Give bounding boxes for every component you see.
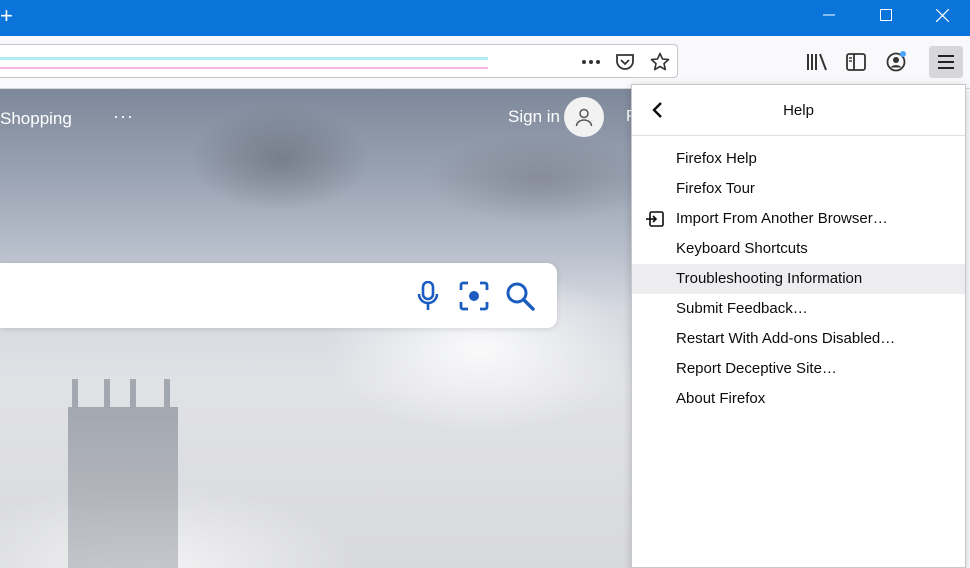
- web-page-content: Shopping ··· Sign in R: [0, 89, 632, 568]
- menu-item-firefox-tour[interactable]: Firefox Tour: [632, 174, 965, 204]
- menu-item-troubleshooting[interactable]: Troubleshooting Information: [632, 264, 965, 294]
- menu-item-restart-addons-disabled[interactable]: Restart With Add-ons Disabled…: [632, 324, 965, 354]
- account-button[interactable]: [881, 48, 911, 76]
- search-icon: [506, 282, 535, 311]
- url-bar[interactable]: [0, 44, 678, 78]
- navigation-toolbar: [0, 36, 970, 89]
- sign-in-link[interactable]: Sign in: [508, 107, 560, 127]
- microphone-icon: [417, 281, 439, 310]
- nav-link-shopping[interactable]: Shopping: [0, 109, 72, 129]
- maximize-icon: [880, 9, 892, 21]
- menu-item-label: Keyboard Shortcuts: [676, 240, 808, 257]
- title-bar: +: [0, 0, 970, 36]
- page-actions-button[interactable]: [579, 51, 603, 73]
- menu-item-label: Submit Feedback…: [676, 300, 808, 317]
- voice-search-button[interactable]: [411, 279, 445, 313]
- menu-item-label: Import From Another Browser…: [676, 210, 888, 227]
- church-tower-image: [68, 379, 178, 568]
- close-icon: [935, 8, 949, 23]
- library-button[interactable]: [802, 48, 832, 76]
- visual-search-button[interactable]: [457, 279, 491, 313]
- help-menu-list: Firefox Help Firefox Tour Import From An…: [632, 144, 965, 414]
- url-input[interactable]: [4, 49, 568, 75]
- minimize-icon: [823, 14, 835, 16]
- user-icon: [575, 108, 593, 127]
- menu-item-label: Report Deceptive Site…: [676, 360, 837, 377]
- visual-search-icon: [459, 281, 489, 311]
- import-icon: [646, 211, 664, 227]
- menu-item-report-deceptive-site[interactable]: Report Deceptive Site…: [632, 354, 965, 384]
- bookmark-button[interactable]: [648, 51, 672, 73]
- menu-item-label: Firefox Tour: [676, 180, 755, 197]
- menu-item-import-browser[interactable]: Import From Another Browser…: [632, 204, 965, 234]
- new-tab-button[interactable]: +: [0, 5, 13, 27]
- sidebar-button[interactable]: [841, 48, 871, 76]
- search-submit-button[interactable]: [503, 279, 537, 313]
- menu-item-label: About Firefox: [676, 390, 766, 407]
- menu-item-firefox-help[interactable]: Firefox Help: [632, 144, 965, 174]
- close-button[interactable]: [913, 0, 970, 32]
- menu-item-label: Troubleshooting Information: [676, 270, 863, 287]
- page-actions-icon: [582, 60, 600, 64]
- sidebar-icon: [846, 53, 866, 71]
- search-box[interactable]: [0, 263, 557, 328]
- help-panel: Help Firefox Help Firefox Tour Import Fr…: [631, 84, 966, 568]
- minimize-button[interactable]: [800, 0, 858, 32]
- notification-dot: [900, 51, 906, 57]
- pocket-icon: [616, 54, 634, 70]
- maximize-button[interactable]: [857, 0, 915, 32]
- help-panel-header: Help: [632, 85, 965, 136]
- menu-item-about-firefox[interactable]: About Firefox: [632, 384, 965, 414]
- bookmark-star-icon: [650, 52, 670, 71]
- menu-item-submit-feedback[interactable]: Submit Feedback…: [632, 294, 965, 324]
- application-menu-button[interactable]: [929, 46, 963, 78]
- more-nav-button[interactable]: ···: [113, 106, 134, 127]
- library-icon: [807, 53, 827, 71]
- menu-item-label: Restart With Add-ons Disabled…: [676, 330, 896, 347]
- menu-item-label: Firefox Help: [676, 150, 757, 167]
- hamburger-menu-icon: [938, 55, 954, 69]
- panel-title: Help: [783, 102, 814, 119]
- pocket-button[interactable]: [613, 51, 637, 73]
- sign-in-avatar-button[interactable]: [564, 97, 604, 137]
- menu-item-keyboard-shortcuts[interactable]: Keyboard Shortcuts: [632, 234, 965, 264]
